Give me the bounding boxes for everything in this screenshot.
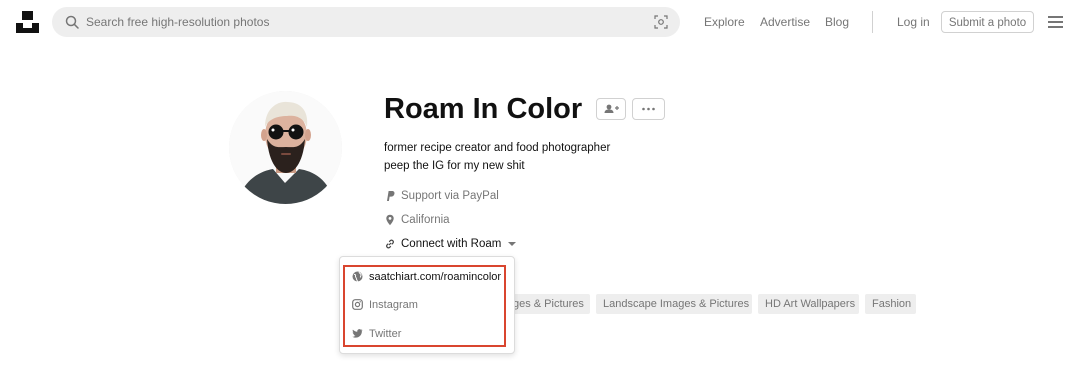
- hamburger-menu-icon[interactable]: [1048, 16, 1063, 28]
- search-input[interactable]: [86, 7, 646, 37]
- login-link[interactable]: Log in: [897, 15, 930, 29]
- support-label: Support via PayPal: [401, 190, 499, 202]
- ellipsis-icon: [642, 107, 655, 111]
- visual-search-icon[interactable]: [654, 15, 668, 29]
- location-pin-icon: [386, 214, 394, 226]
- logo-top-block: [22, 11, 33, 20]
- logo-cutout: [23, 23, 32, 28]
- link-icon: [386, 239, 394, 249]
- profile-avatar: [229, 91, 342, 204]
- chevron-down-icon: [508, 242, 516, 246]
- nav-blog-link[interactable]: Blog: [825, 15, 849, 29]
- nav-advertise-link[interactable]: Advertise: [760, 15, 810, 29]
- tag-item[interactable]: HD Art Wallpapers: [758, 294, 859, 314]
- avatar-illustration: [229, 91, 342, 204]
- location-label: California: [401, 214, 450, 226]
- tag-item[interactable]: Fashion: [865, 294, 916, 314]
- unsplash-logo[interactable]: [16, 11, 39, 33]
- location-row: California: [384, 212, 474, 228]
- submit-photo-button[interactable]: Submit a photo: [941, 11, 1034, 33]
- add-user-icon: [604, 104, 619, 113]
- top-nav-bar: Explore Advertise Blog Log in Submit a p…: [0, 0, 1080, 44]
- nav-divider: [872, 11, 873, 33]
- follow-button[interactable]: [596, 98, 626, 120]
- support-paypal-link[interactable]: Support via PayPal: [384, 188, 524, 204]
- profile-name: Roam In Color: [384, 93, 583, 125]
- bio-line-1: former recipe creator and food photograp…: [384, 142, 611, 154]
- bio-line-2: peep the IG for my new shit: [384, 160, 525, 172]
- search-icon: [65, 15, 79, 29]
- highlight-box: [343, 265, 506, 347]
- paypal-icon: [387, 191, 395, 201]
- tag-item[interactable]: Landscape Images & Pictures: [596, 294, 752, 314]
- more-actions-button[interactable]: [632, 98, 665, 120]
- nav-explore-link[interactable]: Explore: [704, 15, 745, 29]
- search-bar[interactable]: [52, 7, 680, 37]
- connect-dropdown-toggle[interactable]: Connect with Roam: [384, 236, 519, 252]
- connect-label: Connect with Roam: [401, 238, 502, 250]
